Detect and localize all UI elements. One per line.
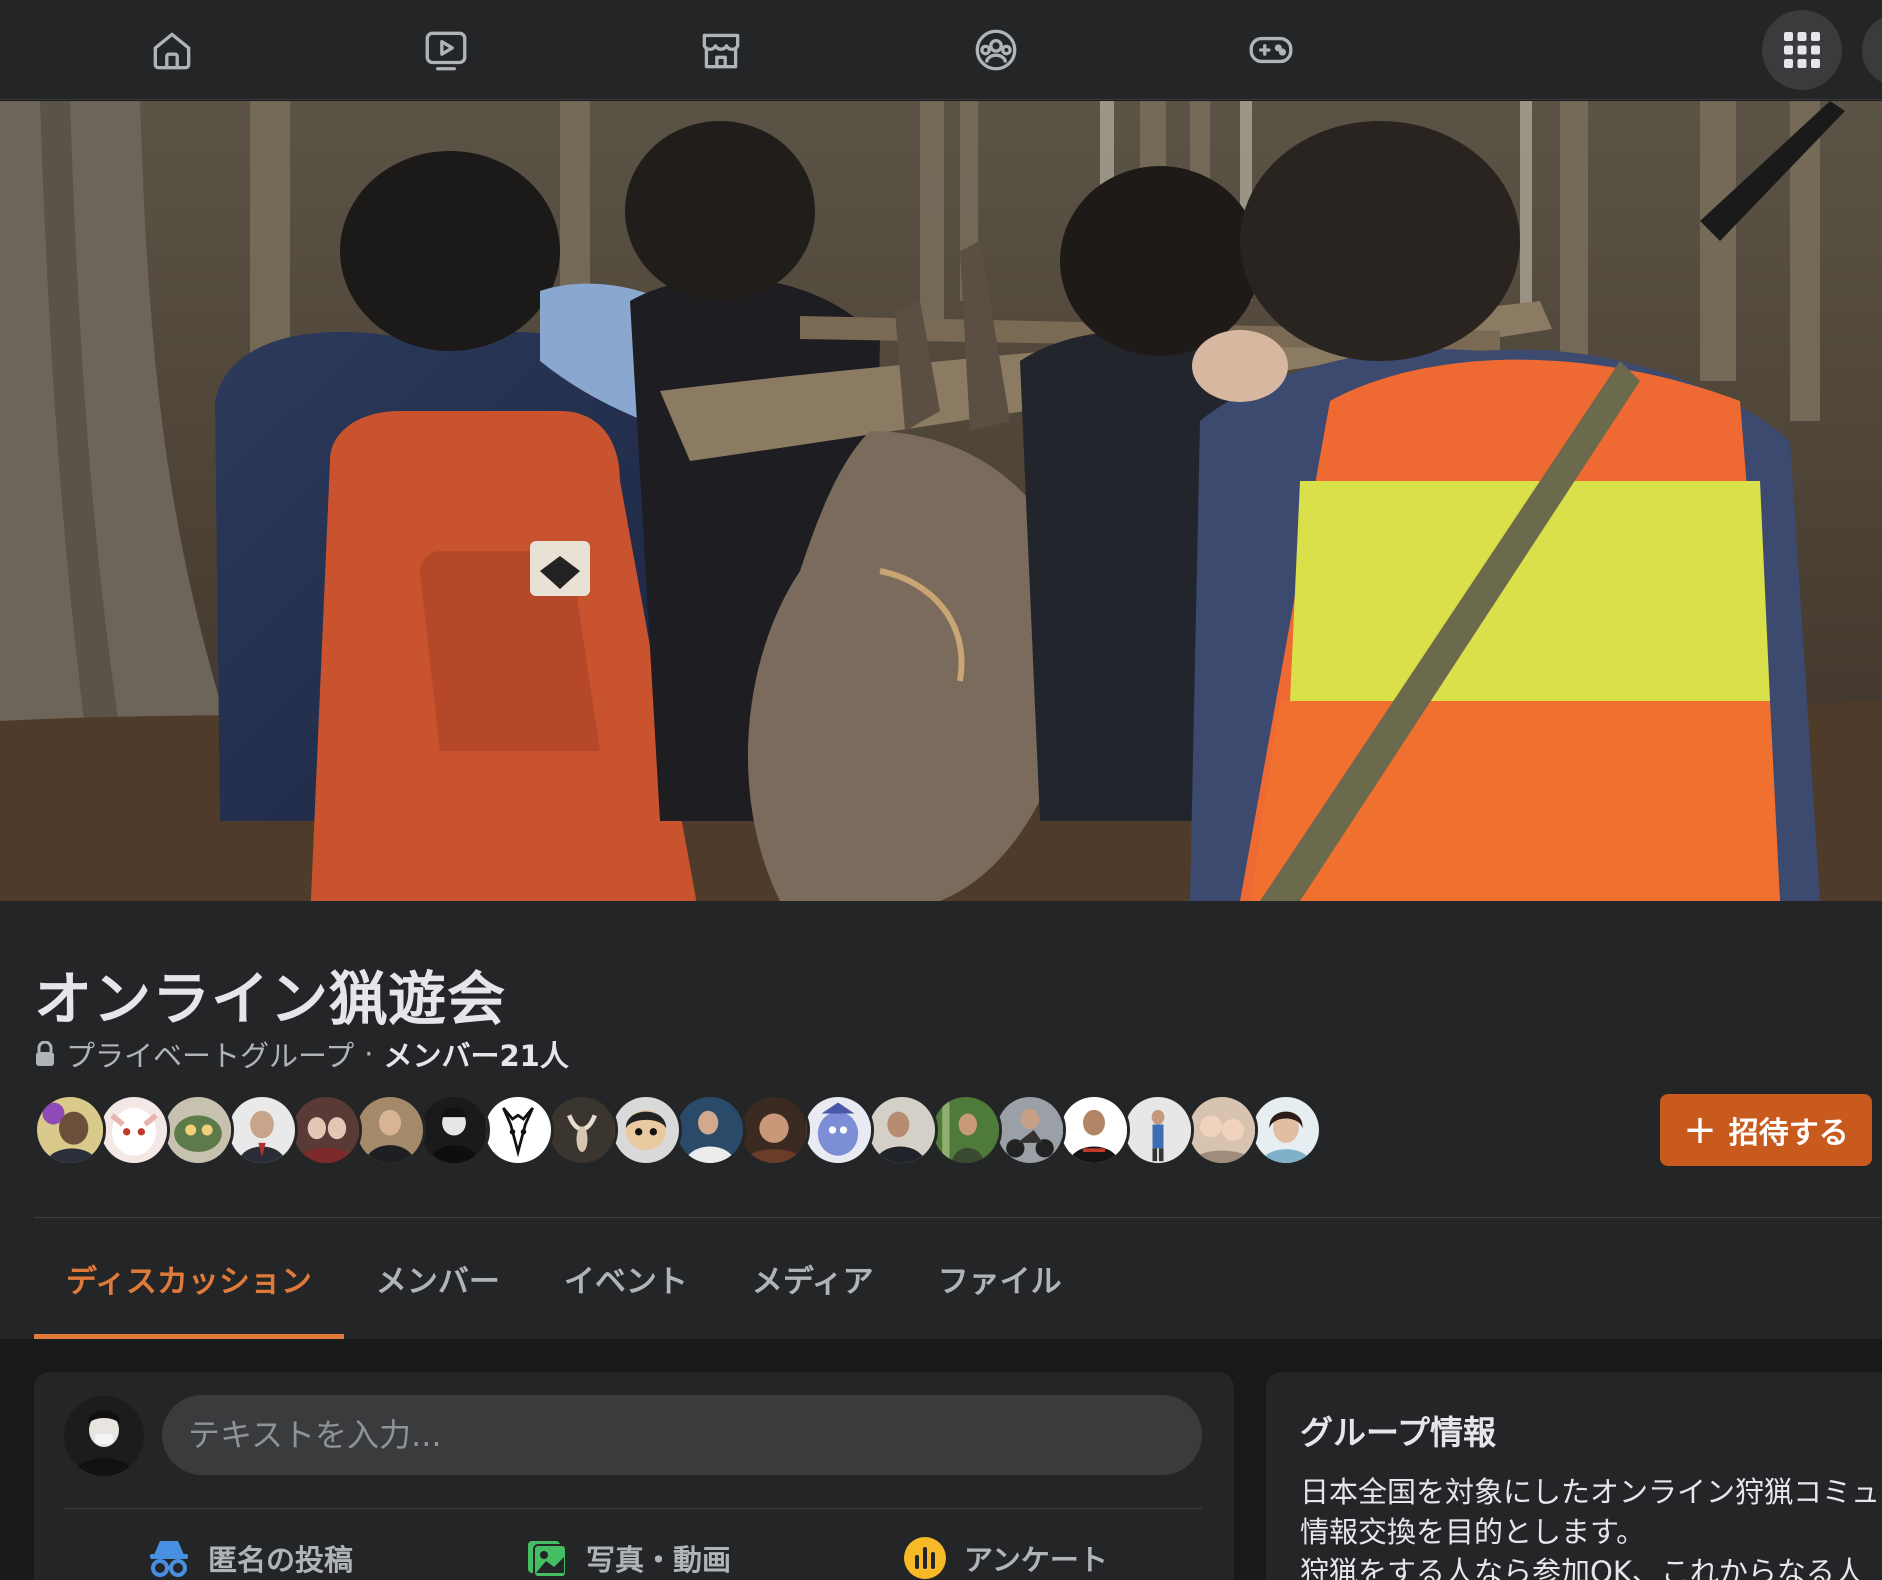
member-count[interactable]: メンバー21人 xyxy=(383,1033,568,1075)
member-avatar[interactable] xyxy=(1186,1094,1258,1166)
invite-button[interactable]: + 招待する xyxy=(1660,1094,1872,1166)
account-avatar-button[interactable] xyxy=(1858,10,1882,90)
group-info-title: グループ情報 xyxy=(1300,1413,1497,1452)
member-avatar[interactable] xyxy=(866,1094,938,1166)
poll-icon xyxy=(904,1537,946,1579)
member-avatar[interactable] xyxy=(802,1094,874,1166)
member-avatar[interactable] xyxy=(994,1094,1066,1166)
member-avatar[interactable] xyxy=(930,1094,1002,1166)
member-avatar[interactable] xyxy=(162,1094,234,1166)
group-title: オンライン猟遊会 xyxy=(34,965,507,1033)
member-avatar[interactable] xyxy=(1250,1094,1322,1166)
lock-icon xyxy=(36,1041,54,1066)
gaming-icon[interactable] xyxy=(1243,22,1299,78)
photo-video-button[interactable]: 写真・動画 xyxy=(524,1528,731,1580)
tab-members[interactable]: メンバー xyxy=(344,1218,532,1339)
poll-label: アンケート xyxy=(964,1543,1108,1577)
home-icon[interactable] xyxy=(144,22,200,78)
post-composer: 匿名の投稿 写真・動画 アンケート xyxy=(34,1372,1234,1580)
apps-menu-button[interactable] xyxy=(1762,10,1842,90)
member-avatar[interactable] xyxy=(1122,1094,1194,1166)
member-avatar[interactable] xyxy=(482,1094,554,1166)
invite-label: 招待する xyxy=(1728,1116,1849,1151)
member-avatar[interactable] xyxy=(290,1094,362,1166)
member-avatar[interactable] xyxy=(610,1094,682,1166)
member-avatar[interactable] xyxy=(674,1094,746,1166)
privacy-label[interactable]: プライベートグループ xyxy=(66,1033,354,1075)
member-avatar[interactable] xyxy=(354,1094,426,1166)
composer-divider xyxy=(64,1508,1202,1509)
photo-video-label: 写真・動画 xyxy=(586,1543,732,1577)
member-avatar[interactable] xyxy=(546,1094,618,1166)
anonymous-post-button[interactable]: 匿名の投稿 xyxy=(146,1528,353,1580)
member-avatar[interactable] xyxy=(98,1094,170,1166)
cover-photo xyxy=(0,101,1882,901)
member-avatar[interactable] xyxy=(418,1094,490,1166)
plus-icon: + xyxy=(1683,1107,1717,1153)
group-info-description: 日本全国を対象にしたオンライン狩猟コミュ 情報交換を目的とします。 狩猟をする人… xyxy=(1300,1475,1881,1580)
apps-grid-icon xyxy=(1784,32,1820,68)
photo-icon xyxy=(528,1541,567,1578)
member-avatar[interactable] xyxy=(738,1094,810,1166)
incognito-icon xyxy=(150,1541,188,1577)
watch-icon[interactable] xyxy=(418,22,474,78)
member-avatar[interactable] xyxy=(226,1094,298,1166)
group-header: オンライン猟遊会 プライベートグループ · メンバー21人 + 招待する ディス… xyxy=(0,901,1882,1339)
post-text-input[interactable] xyxy=(162,1395,1202,1475)
meta-separator: · xyxy=(364,1037,374,1071)
tab-media[interactable]: メディア xyxy=(720,1218,906,1339)
member-avatar[interactable] xyxy=(1058,1094,1130,1166)
poll-button[interactable]: アンケート xyxy=(902,1528,1108,1580)
tab-events[interactable]: イベント xyxy=(532,1218,720,1339)
group-info-card: グループ情報 日本全国を対象にしたオンライン狩猟コミュ 情報交換を目的とします。… xyxy=(1266,1372,1882,1580)
group-meta: プライベートグループ · メンバー21人 xyxy=(34,1033,569,1075)
group-tabs: ディスカッション メンバー イベント メディア ファイル xyxy=(34,1218,1094,1339)
tab-files[interactable]: ファイル xyxy=(906,1218,1094,1339)
avatar[interactable] xyxy=(64,1396,144,1476)
groups-icon[interactable] xyxy=(968,22,1024,78)
tab-discussion[interactable]: ディスカッション xyxy=(34,1218,344,1339)
member-avatar[interactable] xyxy=(34,1094,106,1166)
top-navigation-bar xyxy=(0,0,1882,100)
anonymous-post-label: 匿名の投稿 xyxy=(208,1543,354,1577)
marketplace-icon[interactable] xyxy=(693,22,749,78)
